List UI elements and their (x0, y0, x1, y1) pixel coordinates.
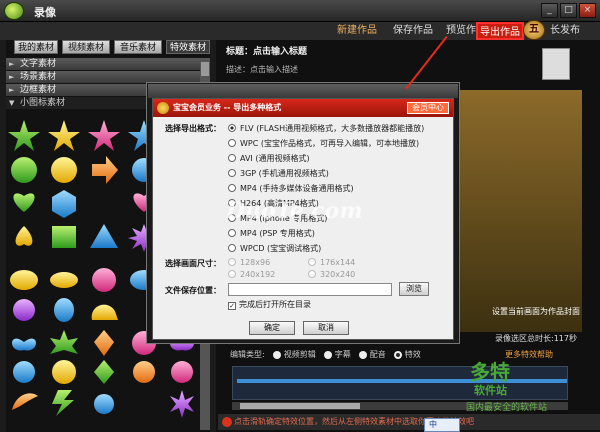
circle-shape-icon[interactable] (51, 157, 77, 183)
feather-shape-icon[interactable] (12, 393, 38, 410)
tab-video-materials[interactable]: 视频素材 (62, 40, 110, 54)
browse-button[interactable]: 浏览 (399, 282, 429, 296)
material-tabs: 我的素材 视频素材 音乐素材 特效素材 (6, 40, 210, 54)
edit-type-dubbing-radio[interactable]: 配音 (358, 349, 386, 360)
app-logo-icon (4, 2, 24, 20)
timeline-scrollbar-thumb[interactable] (240, 403, 360, 409)
material-scrollbar-thumb[interactable] (201, 62, 209, 76)
bone-shape-icon[interactable] (50, 272, 78, 288)
moon-shape-icon[interactable] (96, 190, 110, 218)
leaf-shape-icon[interactable] (94, 330, 114, 356)
lotus-shape-icon[interactable] (133, 361, 155, 383)
cat-shape-icon[interactable] (54, 298, 74, 322)
size-option-240x192[interactable]: 240x192 (228, 270, 275, 279)
category-text[interactable]: 文字素材 (6, 58, 210, 70)
maximize-button[interactable]: □ (560, 3, 577, 18)
edit-type-label: 编辑类型: (230, 350, 265, 359)
heart-shape-icon[interactable] (13, 193, 35, 212)
export-work-button[interactable]: 导出作品 (476, 22, 524, 40)
cancel-button[interactable]: 取消 (303, 321, 349, 335)
watermark-slogan: 国内最安全的软件站 (466, 403, 548, 413)
size-option-176x144[interactable]: 176x144 (308, 258, 355, 267)
publish-icon[interactable]: 五 (523, 20, 545, 40)
selection-duration: 录像选区总时长:117秒 (495, 334, 577, 343)
star-shape-icon[interactable] (48, 120, 80, 151)
moon-shape-icon[interactable] (136, 390, 150, 418)
star-shape-icon[interactable] (8, 120, 40, 151)
butterfly-shape-icon[interactable] (12, 338, 36, 351)
edit-type-row: 编辑类型: 视频剪辑 字幕 配音 特效 (230, 349, 421, 360)
toolbar: 新建作品 保存作品 预览作品 导出作品 长发布 (0, 22, 600, 40)
lightning-shape-icon[interactable] (52, 390, 74, 416)
format-option-avi[interactable]: AVI (通用视频格式) (228, 153, 310, 164)
path-label: 文件保存位置： (165, 286, 221, 295)
sparkle-shape-icon[interactable] (94, 394, 114, 414)
dialog-title-bar: 宝宝会员业务 -- 导出多种格式 会员中心 (153, 99, 453, 117)
format-option-wpc[interactable]: WPC (宝宝作品格式，可再导入编辑，可本地播放) (228, 138, 419, 149)
arrow-shape-icon[interactable] (92, 156, 118, 184)
save-work-button[interactable]: 保存作品 (388, 22, 438, 40)
title-bar: 录像 _ □ × (0, 0, 600, 22)
set-cover-button[interactable]: 设置当前画面为作品封面 (492, 306, 580, 317)
flower-shape-icon[interactable] (52, 360, 76, 384)
edit-type-subtitle-radio[interactable]: 字幕 (323, 349, 351, 360)
work-title[interactable]: 标题：点击输入标题 (226, 44, 307, 57)
export-dialog-caption (148, 84, 458, 98)
new-work-button[interactable]: 新建作品 (330, 22, 384, 40)
timeline-track[interactable] (237, 379, 567, 383)
paw-shape-icon[interactable] (13, 299, 35, 321)
star-shape-icon[interactable] (88, 120, 120, 151)
avatar[interactable] (542, 48, 570, 80)
more-effects-help-link[interactable]: 更多特效帮助 (505, 349, 553, 360)
format-label: 选择导出格式： (165, 124, 221, 133)
maple-leaf-icon[interactable] (50, 330, 78, 354)
size-option-320x240[interactable]: 320x240 (308, 270, 355, 279)
preview-cartoon-image (458, 90, 582, 332)
app-title: 录像 (34, 6, 56, 19)
tab-music-materials[interactable]: 音乐素材 (114, 40, 162, 54)
close-button[interactable]: × (579, 3, 596, 18)
dialog-title: 宝宝会员业务 -- 导出多种格式 (173, 103, 282, 112)
size-option-128x96[interactable]: 128x96 (228, 258, 270, 267)
bird-shape-icon[interactable] (10, 270, 38, 290)
format-option-wpcd[interactable]: WPCD (宝宝调试格式) (228, 243, 321, 254)
triangle-shape-icon[interactable] (90, 224, 118, 248)
tip-icon (222, 417, 232, 427)
watermark-duote: DuoTe.com (226, 198, 363, 224)
open-folder-checkbox[interactable]: ✓ 完成后打开所在目录 (228, 299, 311, 310)
window-controls: _ □ × (541, 3, 596, 18)
squirrel-shape-icon[interactable] (92, 268, 116, 292)
tab-my-materials[interactable]: 我的素材 (14, 40, 58, 54)
hexagon-shape-icon[interactable] (52, 190, 76, 218)
ok-button[interactable]: 确定 (249, 321, 295, 335)
format-option-mp4[interactable]: MP4 (手持多媒体设备通用格式) (228, 183, 354, 194)
spade-shape-icon[interactable] (15, 226, 33, 246)
minimize-button[interactable]: _ (541, 3, 558, 18)
format-option-flv[interactable]: FLV (FLASH通用视频格式，大多数播放器都能播放) (228, 123, 424, 134)
watermark-brand: 多特 (470, 360, 510, 384)
leaf-shape-icon[interactable] (94, 360, 114, 384)
edit-type-video-radio[interactable]: 视频剪辑 (272, 349, 316, 360)
snowflake-shape-icon[interactable] (170, 390, 194, 418)
tab-effect-materials[interactable]: 特效素材 (166, 40, 210, 54)
square-shape-icon[interactable] (52, 226, 76, 248)
size-label: 选择画面尺寸： (165, 259, 221, 268)
flower-shape-icon[interactable] (11, 157, 37, 183)
edit-type-effect-radio[interactable]: 特效 (393, 349, 421, 360)
sunflower-shape-icon[interactable] (171, 361, 193, 383)
ime-indicator[interactable]: 中 (424, 418, 460, 432)
daisy-shape-icon[interactable] (13, 361, 35, 383)
vip-center-button[interactable]: 会员中心 (407, 102, 449, 114)
watermark-brand-small: 软件站 (474, 384, 507, 397)
snail-shape-icon[interactable] (91, 304, 118, 320)
format-option-3gp[interactable]: 3GP (手机通用视频格式) (228, 168, 329, 179)
bottom-tip: 点击滑轨确定特效位置，然后从左侧特效素材中选取你喜欢的特效吧 (218, 414, 600, 430)
work-description[interactable]: 描述：点击输入描述 (226, 64, 298, 75)
vip-icon (157, 102, 169, 114)
format-option-mp4-psp[interactable]: MP4 (PSP 专用格式) (228, 228, 315, 239)
effect-timeline[interactable] (232, 366, 568, 400)
save-path-input[interactable] (228, 283, 392, 296)
